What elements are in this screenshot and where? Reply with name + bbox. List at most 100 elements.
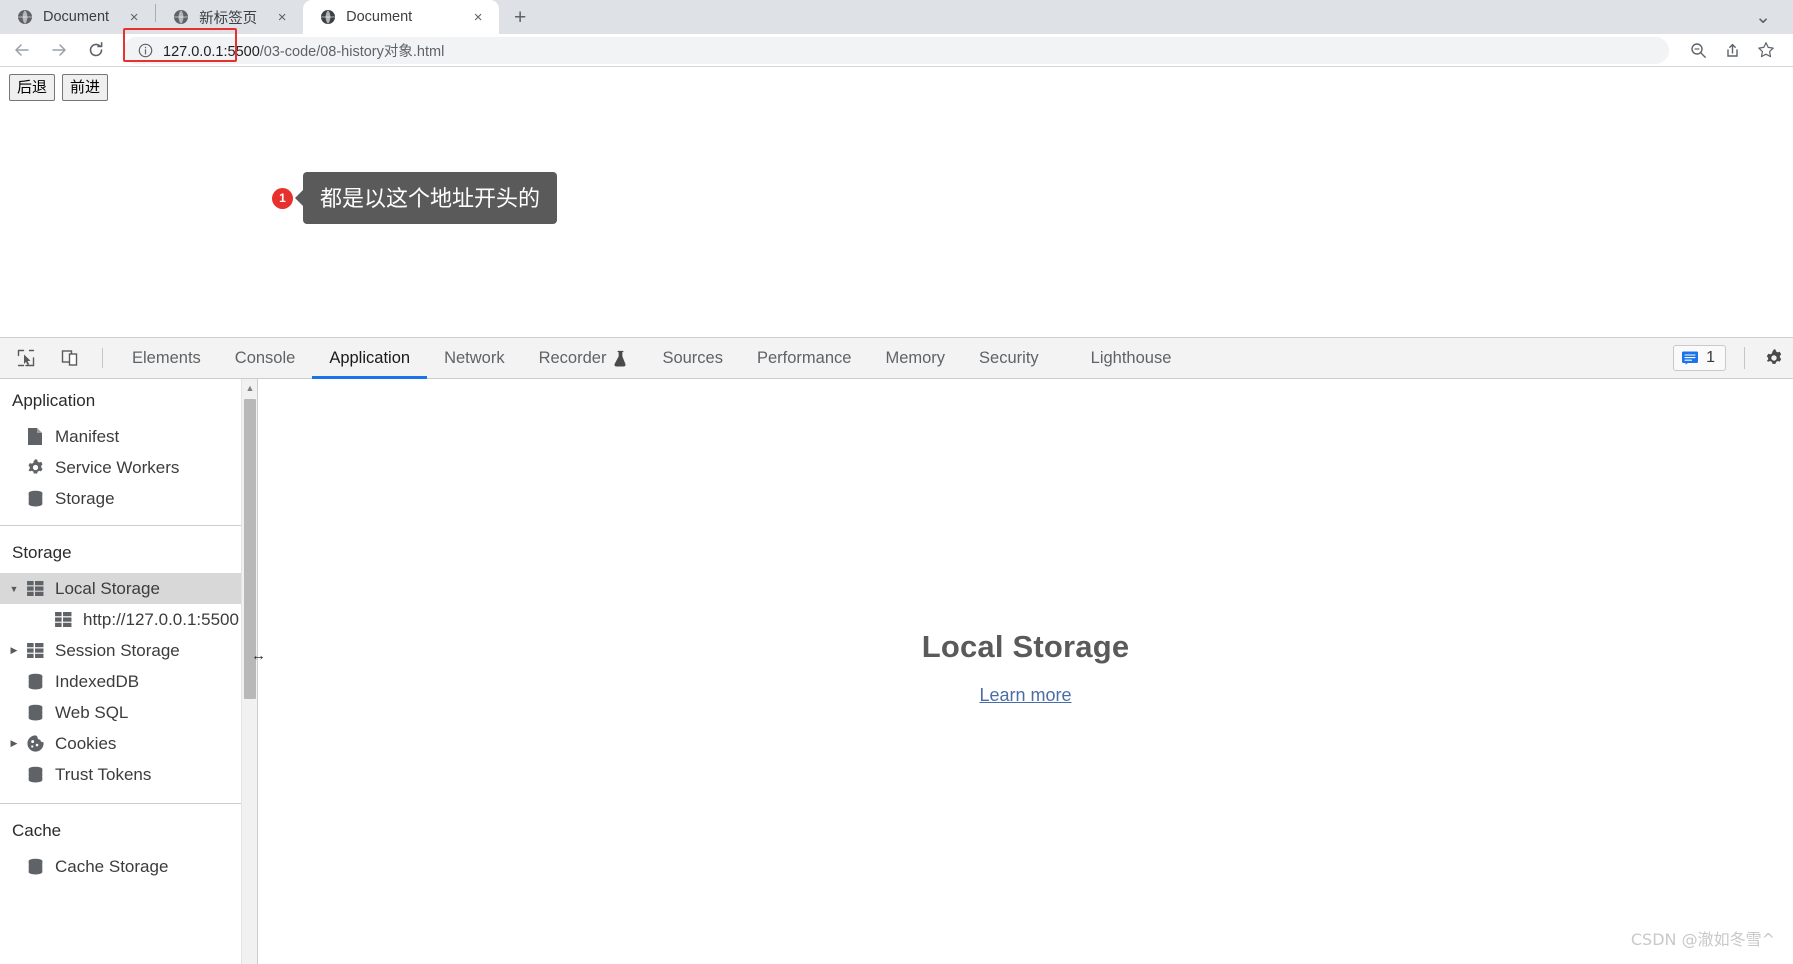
sidebar-item-label: IndexedDB [55, 671, 140, 691]
inspect-element-icon[interactable] [8, 340, 44, 376]
sidebar-item-local-storage-origin[interactable]: http://127.0.0.1:5500 [0, 604, 257, 635]
tab-console[interactable]: Console [218, 338, 313, 379]
sidebar-item-storage[interactable]: Storage [0, 483, 257, 514]
tab-label: Application [329, 348, 411, 367]
sidebar-item-label: Service Workers [55, 457, 180, 477]
annotation-badge: 1 [272, 187, 293, 209]
tab-application[interactable]: Application [312, 338, 427, 379]
sidebar-item-session-storage[interactable]: ▶ Session Storage [0, 635, 257, 666]
address-bar[interactable]: 127.0.0.1:5500/03-code/08-history对象.html [123, 27, 1669, 64]
sidebar-item-trust-tokens[interactable]: Trust Tokens [0, 759, 257, 790]
address-path: /03-code/08-history对象.html [259, 43, 445, 60]
console-messages-button[interactable]: 1 [1673, 345, 1726, 371]
back-button[interactable] [7, 36, 37, 64]
reload-button[interactable] [81, 36, 111, 64]
chevron-down-icon[interactable]: ⌄ [1747, 8, 1779, 27]
tab-label: Performance [756, 348, 852, 367]
sidebar-section-application: Application [12, 391, 96, 410]
window-controls: ⌄ [1747, 0, 1793, 34]
bookmark-star-icon[interactable] [1751, 36, 1781, 64]
sidebar-item-label: Local Storage [55, 578, 160, 598]
devtools-main-panel: Local Storage Learn more CSDN @澈如冬雪^ [258, 379, 1793, 964]
new-tab-button[interactable]: + [505, 2, 535, 32]
sidebar-scrollbar[interactable]: ▲ [241, 379, 257, 964]
sidebar-resize-handle[interactable]: ↔ [251, 647, 266, 664]
globe-icon [16, 9, 33, 26]
address-host: 127.0.0.1:5500 [163, 43, 260, 60]
tabbar-right-divider [1744, 347, 1745, 369]
sidebar-item-label: Trust Tokens [55, 764, 152, 784]
browser-tab-title: Document [346, 9, 413, 25]
devtools-tabbar: Elements Console Application Network Rec… [0, 338, 1793, 379]
tab-memory[interactable]: Memory [868, 338, 962, 379]
page-viewport: 后退 前进 1 都是以这个地址开头的 [0, 67, 1793, 338]
close-icon[interactable]: × [467, 6, 489, 28]
sidebar-section-cache: Cache [12, 821, 62, 840]
sidebar-item-cache-storage[interactable]: Cache Storage [0, 851, 257, 882]
toolbar-actions [1679, 36, 1793, 64]
scroll-up-arrow-icon[interactable]: ▲ [242, 379, 257, 396]
devtools-panel: Elements Console Application Network Rec… [0, 338, 1793, 964]
table-icon [24, 641, 46, 661]
tab-recorder[interactable]: Recorder [522, 338, 646, 379]
page-title: Local Storage [921, 629, 1130, 664]
globe-icon [172, 9, 189, 26]
database-icon [24, 703, 46, 723]
cookie-icon [24, 734, 46, 754]
tab-label: Security [979, 348, 1039, 367]
sidebar-item-label: Cache Storage [55, 856, 169, 876]
close-icon[interactable]: × [123, 6, 145, 28]
device-toolbar-icon[interactable] [52, 340, 88, 376]
zoom-icon[interactable] [1683, 36, 1713, 64]
back-page-button[interactable]: 后退 [9, 74, 56, 101]
sidebar-item-cookies[interactable]: ▶ Cookies [0, 728, 257, 759]
tab-sources[interactable]: Sources [645, 338, 740, 379]
tab-label: Console [234, 348, 296, 367]
sidebar-section-storage: Storage [12, 543, 72, 562]
tab-label: Elements [132, 348, 201, 367]
tab-label: Network [444, 348, 505, 367]
browser-tab-2[interactable]: Document × [303, 0, 500, 34]
browser-tab-title: Document [43, 9, 110, 25]
gear-icon [24, 458, 46, 478]
browser-tabstrip: Document × 新标签页 × Document × + ⌄ [0, 0, 1793, 34]
database-icon [24, 765, 46, 785]
watermark: CSDN @澈如冬雪^ [1630, 930, 1775, 949]
share-icon[interactable] [1717, 36, 1747, 64]
learn-more-link[interactable]: Learn more [979, 685, 1071, 706]
tab-network[interactable]: Network [427, 338, 522, 379]
database-icon [24, 489, 46, 509]
flask-icon [613, 350, 628, 367]
annotation-callout: 1 都是以这个地址开头的 [272, 172, 558, 224]
page-buttons: 后退 前进 [9, 74, 109, 101]
close-icon[interactable]: × [271, 6, 293, 28]
annotation-text: 都是以这个地址开头的 [303, 172, 558, 224]
tab-label: Lighthouse [1090, 348, 1172, 367]
tab-elements[interactable]: Elements [115, 338, 218, 379]
devtools-body: Application Manifest Service Workers Sto… [0, 379, 1793, 964]
toolbar-divider [102, 348, 103, 368]
tab-performance[interactable]: Performance [740, 338, 868, 379]
tab-lighthouse[interactable]: Lighthouse [1056, 338, 1189, 379]
site-info-icon[interactable] [137, 42, 154, 59]
forward-button[interactable] [44, 36, 74, 64]
sidebar-item-manifest[interactable]: Manifest [0, 421, 257, 452]
globe-icon [319, 9, 336, 26]
sidebar-item-indexeddb[interactable]: IndexedDB [0, 666, 257, 697]
table-icon [24, 579, 46, 599]
tab-label: Sources [662, 348, 723, 367]
chevron-right-icon[interactable]: ▶ [7, 645, 21, 656]
sidebar-item-web-sql[interactable]: Web SQL [0, 697, 257, 728]
browser-tab-1[interactable]: 新标签页 × [156, 0, 304, 34]
gear-icon[interactable] [1757, 341, 1791, 375]
forward-page-button[interactable]: 前进 [62, 74, 109, 101]
tab-security[interactable]: Security [962, 338, 1056, 379]
database-icon [24, 672, 46, 692]
document-icon [24, 427, 46, 447]
chevron-right-icon[interactable]: ▶ [7, 738, 21, 749]
browser-tab-0[interactable]: Document × [0, 0, 156, 34]
sidebar-item-service-workers[interactable]: Service Workers [0, 452, 257, 483]
chevron-down-icon[interactable]: ▼ [7, 584, 21, 594]
sidebar-item-local-storage[interactable]: ▼ Local Storage [0, 573, 257, 604]
sidebar-item-label: Manifest [55, 426, 120, 446]
